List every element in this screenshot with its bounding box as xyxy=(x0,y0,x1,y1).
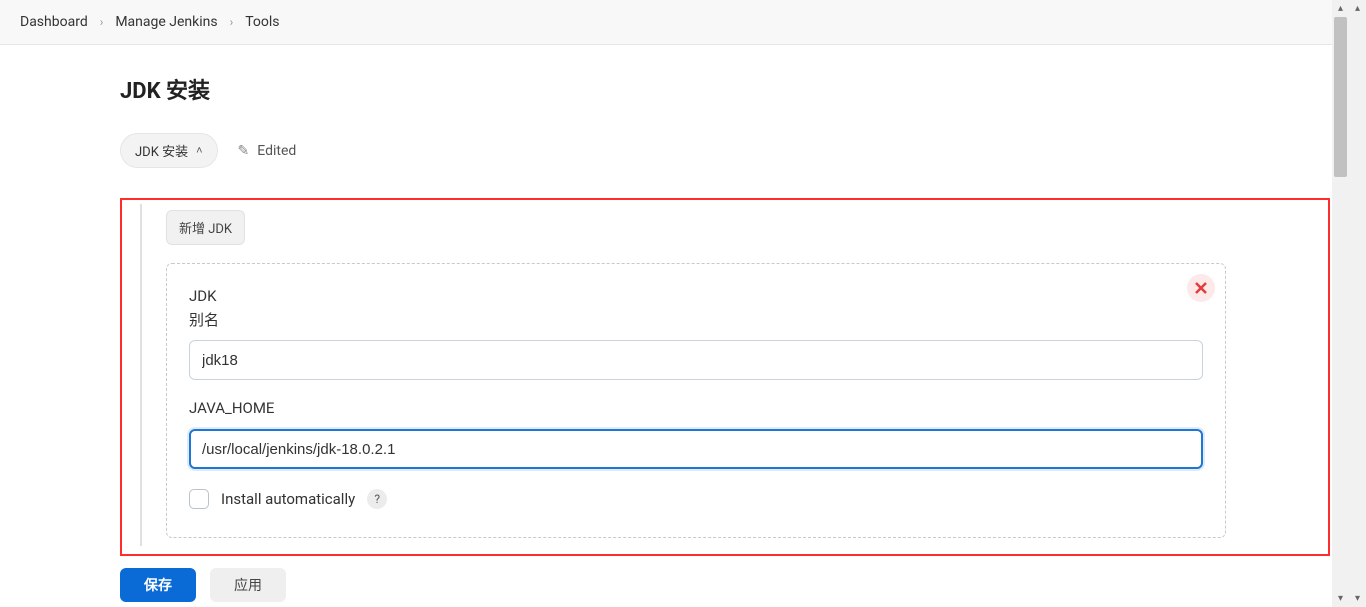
breadcrumb-manage-jenkins[interactable]: Manage Jenkins xyxy=(115,14,217,30)
inner-scroll-up-icon[interactable]: ▴ xyxy=(1332,0,1349,17)
remove-jdk-button[interactable] xyxy=(1187,274,1215,302)
chip-label: JDK 安装 xyxy=(135,141,188,160)
page-title: JDK 安装 xyxy=(120,73,1332,105)
chevron-right-icon: › xyxy=(100,15,104,29)
chevron-up-icon: ˄ xyxy=(196,144,202,157)
jdk-group-label: JDK xyxy=(189,286,1203,307)
install-auto-row: Install automatically ? xyxy=(189,489,1203,509)
jdk-entry-panel: JDK 别名 JAVA_HOME Install automatically ? xyxy=(166,263,1226,538)
scroll-down-icon[interactable]: ▾ xyxy=(1349,590,1366,607)
inner-scroll-down-icon[interactable]: ▾ xyxy=(1332,590,1349,607)
edited-indicator: ✎ Edited xyxy=(238,143,297,159)
install-auto-checkbox[interactable] xyxy=(189,489,209,509)
jdk-section-toggle[interactable]: JDK 安装 ˄ xyxy=(120,133,218,168)
scroll-up-icon[interactable]: ▴ xyxy=(1349,0,1366,17)
breadcrumb: Dashboard › Manage Jenkins › Tools xyxy=(0,0,1332,45)
save-button[interactable]: 保存 xyxy=(120,568,196,602)
close-icon xyxy=(1195,282,1207,294)
alias-label: 别名 xyxy=(189,309,1203,330)
install-auto-label: Install automatically xyxy=(221,490,355,508)
viewport: ▴ ▾ Dashboard › Manage Jenkins › Tools J… xyxy=(0,0,1349,607)
help-icon[interactable]: ? xyxy=(367,489,387,509)
add-jdk-button[interactable]: 新增 JDK xyxy=(166,210,245,245)
pencil-icon: ✎ xyxy=(238,143,250,159)
breadcrumb-dashboard[interactable]: Dashboard xyxy=(20,14,88,30)
alias-field-block: JDK 别名 xyxy=(189,286,1203,380)
inner-scrollbar[interactable]: ▴ ▾ xyxy=(1332,0,1349,607)
apply-button[interactable]: 应用 xyxy=(210,568,286,602)
outer-scrollbar[interactable]: ▴ ▾ xyxy=(1349,0,1366,607)
java-home-label: JAVA_HOME xyxy=(189,398,1203,419)
java-home-input[interactable] xyxy=(189,429,1203,469)
breadcrumb-tools[interactable]: Tools xyxy=(245,14,279,30)
section-header: JDK 安装 ˄ ✎ Edited xyxy=(120,133,1332,168)
main: JDK 安装 JDK 安装 ˄ ✎ Edited 新增 JDK xyxy=(0,73,1332,602)
highlighted-region: 新增 JDK JDK 别名 JAVA_HOME xyxy=(120,198,1330,556)
inner-scroll-thumb[interactable] xyxy=(1334,17,1347,177)
java-home-field-block: JAVA_HOME xyxy=(189,398,1203,469)
section-body: 新增 JDK JDK 别名 JAVA_HOME xyxy=(140,200,1312,546)
action-bar: 保存 应用 xyxy=(120,568,1332,602)
alias-input[interactable] xyxy=(189,340,1203,380)
content: Dashboard › Manage Jenkins › Tools JDK 安… xyxy=(0,0,1332,607)
chevron-right-icon: › xyxy=(230,15,234,29)
edited-label: Edited xyxy=(257,143,296,159)
